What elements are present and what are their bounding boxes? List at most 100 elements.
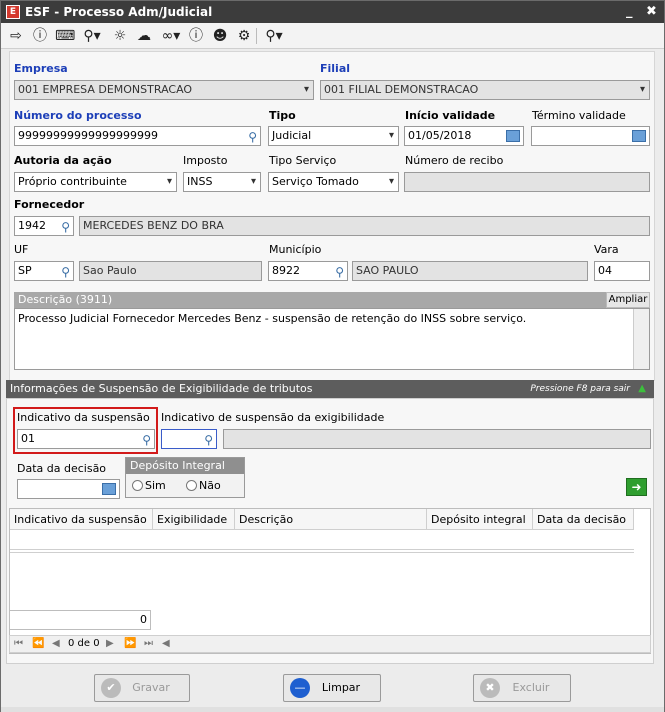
search-icon[interactable]: ⚲▾ [79, 27, 105, 45]
tipo-servico-label: Tipo Serviço [269, 154, 337, 167]
link-icon[interactable]: ∞▾ [158, 27, 184, 45]
fornecedor-name-value: MERCEDES BENZ DO BRA [83, 219, 224, 232]
column-header[interactable]: Depósito integral [427, 509, 533, 530]
radio-circle[interactable] [186, 480, 197, 491]
grid-count: 0 [9, 610, 151, 630]
window-title: ESF - Processo Adm/Judicial [25, 5, 213, 19]
indicativo-label: Indicativo da suspensão [17, 411, 150, 424]
brain-icon[interactable]: ☁ [135, 27, 153, 45]
indicativo-input[interactable]: 01 ⚲ [17, 429, 155, 449]
empresa-value: 001 EMPRESA DEMONSTRACAO [18, 83, 193, 96]
numero-value: 99999999999999999999 [18, 129, 158, 142]
search-icon[interactable]: ⚲ [142, 431, 151, 448]
municipio-label: Município [269, 243, 322, 256]
inicio-label: Início validade [405, 109, 496, 122]
gravar-button[interactable]: ✔ Gravar [94, 674, 190, 702]
tipo-label: Tipo [269, 109, 296, 122]
sim-radio[interactable]: Sim [132, 479, 166, 492]
pager-first-icon[interactable]: ⏮ [14, 636, 23, 652]
radio-circle[interactable] [132, 480, 143, 491]
tipo-value: Judicial [272, 129, 312, 142]
user-icon[interactable]: ☻ [211, 27, 229, 45]
check-icon: ✔ [101, 678, 121, 698]
uf-code: SP [18, 264, 32, 277]
nao-label: Não [199, 479, 221, 492]
data-decisao-label: Data da decisão [17, 462, 107, 475]
search-icon[interactable]: ⚲ [61, 218, 70, 235]
vara-value: 04 [598, 264, 612, 277]
search-icon[interactable]: ⚲ [248, 128, 257, 145]
municipio-code-input[interactable]: 8922 ⚲ [268, 261, 348, 281]
column-header[interactable]: Descrição [235, 509, 427, 530]
imposto-value: INSS [187, 175, 213, 188]
calendar-icon[interactable] [632, 130, 646, 142]
municipio-code: 8922 [272, 264, 300, 277]
magnifier-report-icon[interactable]: ⚲▾ [261, 27, 287, 45]
tipo-servico-select[interactable]: Serviço Tomado [268, 172, 399, 192]
imposto-select[interactable]: INSS [183, 172, 261, 192]
pager-next-icon[interactable]: ▶ [106, 636, 114, 652]
numero-input[interactable]: 99999999999999999999 ⚲ [14, 126, 261, 146]
column-header[interactable]: Indicativo da suspensão [10, 509, 153, 530]
fornecedor-code-input[interactable]: 1942 ⚲ [14, 216, 74, 236]
filial-label: Filial [320, 62, 351, 75]
inicio-value: 01/05/2018 [408, 129, 472, 142]
uf-code-input[interactable]: SP ⚲ [14, 261, 74, 281]
tipo-select[interactable]: Judicial [268, 126, 399, 146]
hscroll-left-icon[interactable]: ◀ [162, 636, 170, 652]
status-bar [1, 707, 664, 712]
exigibilidade-input[interactable]: ⚲ [161, 429, 217, 449]
descricao-scrollbar[interactable] [633, 309, 649, 369]
gravar-label: Gravar [132, 681, 170, 694]
pager-prev-page-icon[interactable]: ⏪ [32, 636, 44, 652]
search-icon[interactable]: ⚲ [61, 263, 70, 280]
grid-divider [10, 549, 634, 553]
info-icon[interactable]: ⓘ [187, 27, 205, 45]
help-icon[interactable]: ⓘ [31, 27, 49, 45]
ampliar-button[interactable]: Ampliar [606, 292, 650, 308]
fornecedor-code: 1942 [18, 219, 46, 232]
column-header[interactable]: Data da decisão [533, 509, 634, 530]
termino-input[interactable] [531, 126, 650, 146]
descricao-text: Processo Judicial Fornecedor Mercedes Be… [18, 312, 527, 325]
exit-icon[interactable]: ⇨ [7, 27, 25, 45]
autoria-value: Próprio contribuinte [18, 175, 127, 188]
limpar-button[interactable]: — Limpar [283, 674, 381, 702]
bulb-icon[interactable]: ☼ [111, 27, 129, 45]
close-button[interactable]: ✖ [646, 4, 657, 19]
pager-prev-icon[interactable]: ◀ [52, 636, 60, 652]
search-icon[interactable]: ⚲ [335, 263, 344, 280]
descricao-textarea[interactable]: Processo Judicial Fornecedor Mercedes Be… [14, 308, 650, 370]
pager-last-icon[interactable]: ⏭ [144, 636, 153, 652]
sim-label: Sim [145, 479, 166, 492]
empresa-select[interactable]: 001 EMPRESA DEMONSTRACAO [14, 80, 314, 100]
excluir-button[interactable]: ✖ Excluir [473, 674, 571, 702]
add-arrow-icon[interactable]: ➜ [626, 478, 647, 496]
search-icon[interactable]: ⚲ [204, 431, 213, 448]
descricao-header-label: Descrição (3911) [18, 293, 113, 306]
vara-input[interactable]: 04 [594, 261, 650, 281]
suspensao-header: Informações de Suspensão de Exigibilidad… [6, 380, 654, 398]
filial-select[interactable]: 001 FILIAL DEMONSTRACAO [320, 80, 650, 100]
calendar-icon[interactable] [506, 130, 520, 142]
empresa-label: Empresa [14, 62, 68, 75]
minimize-button[interactable]: _ [626, 4, 633, 19]
title-bar: E ESF - Processo Adm/Judicial _ ✖ [1, 1, 664, 23]
exigibilidade-label: Indicativo de suspensão da exigibilidade [161, 411, 385, 424]
x-icon: ✖ [480, 678, 500, 698]
autoria-select[interactable]: Próprio contribuinte [14, 172, 177, 192]
calendar-icon[interactable] [102, 483, 116, 495]
pager: ⏮ ⏪ ◀ 0 de 0 ▶ ⏩ ⏭ ◀ [9, 635, 651, 653]
inicio-input[interactable]: 01/05/2018 [404, 126, 524, 146]
nao-radio[interactable]: Não [186, 479, 221, 492]
toolbar-divider [256, 28, 257, 44]
collapse-up-icon[interactable]: ▲ [638, 380, 646, 398]
column-header[interactable]: Exigibilidade [153, 509, 235, 530]
document-gear-icon[interactable]: ⚙ [235, 27, 253, 45]
pager-next-page-icon[interactable]: ⏩ [124, 636, 136, 652]
keyboard-icon[interactable]: ⌨ [55, 27, 75, 45]
recibo-input [404, 172, 650, 192]
pager-text: 0 de 0 [68, 638, 100, 649]
municipio-name: SAO PAULO [352, 261, 588, 281]
data-decisao-input[interactable] [17, 479, 120, 499]
